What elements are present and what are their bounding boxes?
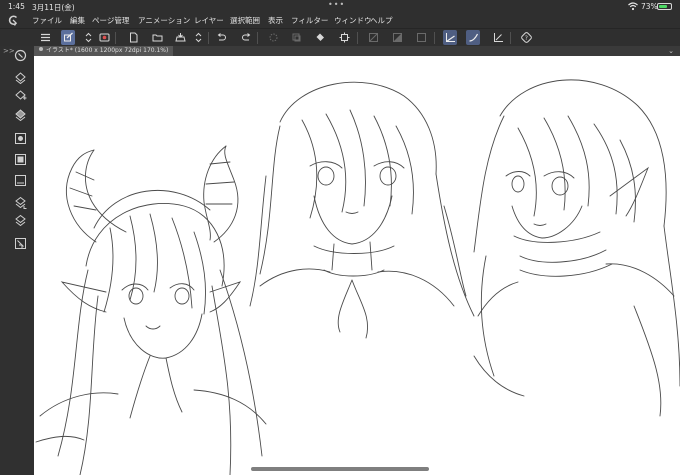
drawing-canvas[interactable] — [34, 56, 680, 475]
menu-bar: ファイル 編集 ページ管理 アニメーション レイヤー 選択範囲 表示 フィルター… — [0, 13, 680, 28]
fill-icon[interactable] — [313, 30, 327, 45]
ipad-screen: 1:45 3月11日(金) ••• 73% ファイル 編集 ページ管理 アニメー… — [0, 0, 680, 475]
battery-icon — [657, 3, 672, 10]
menu-animation[interactable]: アニメーション — [138, 15, 190, 26]
loading-icon — [266, 30, 280, 45]
wifi-icon — [628, 2, 638, 11]
stepper-icon[interactable] — [81, 30, 95, 45]
svg-text:?: ? — [524, 35, 527, 42]
sketch-horned-girl — [35, 145, 267, 475]
separator — [208, 32, 209, 44]
new-file-icon[interactable] — [126, 30, 140, 45]
snap-special-ruler-icon[interactable] — [466, 30, 480, 45]
merge-layer-icon[interactable] — [14, 194, 27, 209]
status-time: 1:45 — [8, 2, 25, 11]
command-bar: ? — [0, 28, 680, 46]
collapse-toggle[interactable]: >> — [3, 47, 15, 55]
menu-page-management[interactable]: ページ管理 — [92, 15, 129, 26]
snap-ruler-icon[interactable] — [443, 30, 457, 45]
companion-mode-icon[interactable] — [97, 30, 111, 45]
menu-filter[interactable]: フィルター — [291, 15, 328, 26]
sketch-right-girl — [473, 79, 680, 417]
new-vector-layer-icon[interactable] — [14, 106, 27, 122]
reset-view-icon[interactable] — [14, 47, 27, 62]
sketch-artwork — [35, 79, 680, 475]
home-indicator[interactable] — [251, 467, 429, 471]
clear-icon[interactable] — [289, 30, 303, 45]
separator — [115, 32, 116, 44]
undo-icon[interactable] — [214, 30, 228, 45]
layer-command-bar: >> — [0, 46, 34, 475]
status-date: 3月11日(金) — [32, 3, 75, 12]
menu-view[interactable]: 表示 — [268, 15, 283, 26]
sketch-center-girl — [249, 81, 475, 339]
status-bar: 1:45 3月11日(金) ••• 73% — [0, 0, 680, 13]
snap-grid-icon[interactable] — [491, 30, 505, 45]
menu-help[interactable]: ヘルプ — [370, 15, 393, 26]
separator — [357, 32, 358, 44]
menu-selection[interactable]: 選択範囲 — [230, 15, 260, 26]
open-file-icon[interactable] — [150, 30, 164, 45]
clip-studio-logo-icon[interactable] — [7, 14, 20, 27]
battery-percent: 73% — [641, 2, 658, 11]
menu-layer[interactable]: レイヤー — [194, 15, 224, 26]
menu-icon[interactable] — [38, 30, 52, 45]
layer-property-icon[interactable] — [61, 30, 75, 45]
canvas-tab-title: イラスト* (1600 x 1200px 72dpi 170.1%) — [46, 47, 169, 54]
redo-icon[interactable] — [239, 30, 253, 45]
deselect-icon[interactable] — [366, 30, 380, 45]
layer-color-icon[interactable] — [14, 151, 27, 165]
invert-selection-icon[interactable] — [390, 30, 404, 45]
fill-layer-icon[interactable] — [14, 69, 27, 85]
delete-layer-icon[interactable] — [14, 235, 27, 249]
menu-edit[interactable]: 編集 — [70, 15, 85, 26]
chevron-down-icon[interactable]: ⌄ — [668, 47, 674, 55]
battery-fill — [659, 5, 668, 8]
layer-mask-icon[interactable] — [14, 172, 27, 186]
menu-file[interactable]: ファイル — [32, 15, 62, 26]
separator — [510, 32, 511, 44]
canvas-tab[interactable]: イラスト* (1600 x 1200px 72dpi 170.1%) — [34, 46, 174, 56]
multitask-handle[interactable]: ••• — [328, 0, 345, 9]
new-raster-layer-icon[interactable] — [14, 87, 27, 100]
separator — [257, 32, 258, 44]
separator — [434, 32, 435, 44]
hide-layer-icon[interactable] — [14, 130, 27, 144]
layer-stack-icon[interactable] — [14, 212, 27, 227]
save-icon[interactable] — [173, 30, 187, 45]
canvas-tab-bar: イラスト* (1600 x 1200px 72dpi 170.1%) ⌄ — [34, 46, 680, 56]
show-selection-icon[interactable] — [414, 30, 428, 45]
quick-access-icon[interactable]: ? — [519, 30, 533, 45]
menu-window[interactable]: ウィンドウ — [334, 15, 372, 26]
stepper-icon[interactable] — [191, 30, 205, 45]
transform-icon[interactable] — [337, 30, 351, 45]
close-tab-icon[interactable] — [39, 47, 43, 51]
